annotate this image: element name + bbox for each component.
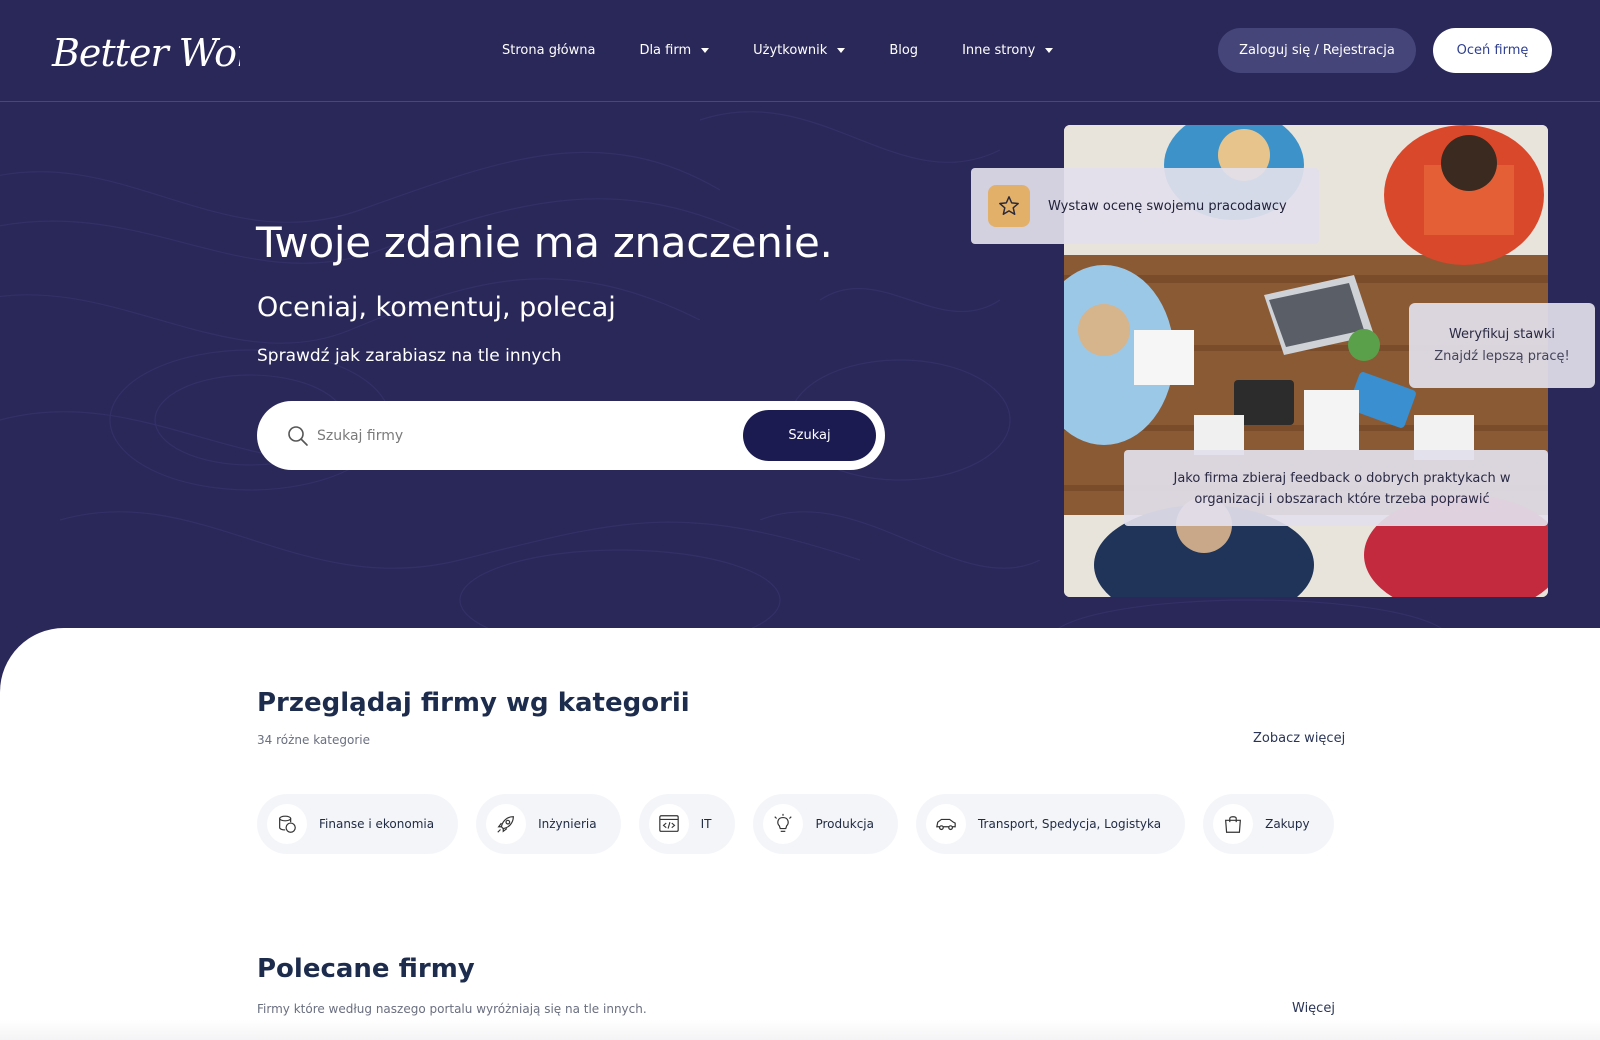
star-badge bbox=[988, 185, 1030, 227]
rocket-icon bbox=[486, 804, 527, 844]
nav-user[interactable]: Użytkownik bbox=[753, 42, 846, 58]
categories-see-more-link[interactable]: Zobacz więcej bbox=[1253, 731, 1345, 746]
categories-count: 34 różne kategorie bbox=[257, 733, 370, 747]
featured-more-link[interactable]: Więcej bbox=[1292, 1001, 1335, 1016]
nav-home[interactable]: Strona główna bbox=[502, 43, 595, 58]
nav-for-companies[interactable]: Dla firm bbox=[639, 42, 710, 58]
featured-title: Polecane firmy bbox=[257, 954, 475, 984]
category-engineering[interactable]: Inżynieria bbox=[476, 794, 621, 854]
logo-text: Better Work bbox=[51, 31, 240, 75]
rate-company-button[interactable]: Oceń firmę bbox=[1433, 28, 1552, 73]
site-header: Better Work Strona główna Dla firm Użytk… bbox=[0, 0, 1600, 102]
verify-rates-title: Weryfikuj stawki bbox=[1448, 327, 1556, 342]
shopping-bag-icon bbox=[1213, 804, 1254, 844]
category-label: Inżynieria bbox=[538, 817, 597, 831]
company-search-input[interactable] bbox=[317, 421, 717, 451]
category-production[interactable]: Produkcja bbox=[753, 794, 898, 854]
category-label: Zakupy bbox=[1265, 817, 1310, 831]
rate-employer-text: Wystaw ocenę swojemu pracodawcy bbox=[1048, 198, 1287, 214]
hero-tagline: Sprawdź jak zarabiasz na tle innych bbox=[257, 346, 562, 366]
main-navigation: Strona główna Dla firm Użytkownik Blog I… bbox=[502, 38, 1097, 62]
bottom-fade bbox=[0, 1020, 1600, 1040]
nav-other-pages-label: Inne strony bbox=[962, 42, 1036, 58]
category-label: IT bbox=[700, 817, 712, 831]
category-transport[interactable]: Transport, Spedycja, Logistyka bbox=[915, 794, 1186, 854]
categories-title: Przeglądaj firmy wg kategorii bbox=[257, 688, 690, 718]
lightbulb-icon bbox=[763, 804, 804, 844]
category-label: Finanse i ekonomia bbox=[319, 817, 435, 831]
search-button[interactable]: Szukaj bbox=[743, 410, 876, 461]
category-shopping[interactable]: Zakupy bbox=[1203, 794, 1334, 854]
coins-icon bbox=[267, 804, 307, 844]
nav-user-label: Użytkownik bbox=[753, 42, 828, 58]
company-search-bar: Szukaj bbox=[257, 401, 885, 470]
nav-blog-label: Blog bbox=[889, 42, 919, 58]
category-label: Transport, Spedycja, Logistyka bbox=[977, 817, 1162, 831]
hero-subtitle: Oceniaj, komentuj, polecaj bbox=[257, 292, 616, 323]
caret-down-icon bbox=[1045, 47, 1054, 53]
nav-for-companies-label: Dla firm bbox=[639, 42, 692, 58]
category-finance[interactable]: Finanse i ekonomia bbox=[257, 794, 459, 854]
nav-other-pages[interactable]: Inne strony bbox=[962, 42, 1054, 58]
rate-employer-card: Wystaw ocenę swojemu pracodawcy bbox=[971, 168, 1319, 244]
nav-home-label: Strona główna bbox=[502, 42, 596, 58]
company-feedback-card: Jako firma zbieraj feedback o dobrych pr… bbox=[1124, 450, 1548, 526]
caret-down-icon bbox=[701, 47, 710, 53]
category-list: Finanse i ekonomia Inżynieria IT Produkc… bbox=[257, 794, 1352, 854]
verify-rates-subtitle: Znajdź lepszą pracę! bbox=[1434, 349, 1570, 364]
caret-down-icon bbox=[837, 47, 846, 53]
company-feedback-text: Jako firma zbieraj feedback o dobrych pr… bbox=[1173, 471, 1511, 507]
category-label: Produkcja bbox=[815, 817, 874, 831]
login-register-button[interactable]: Zaloguj się / Rejestracja bbox=[1218, 28, 1416, 73]
verify-rates-card: Weryfikuj stawki Znajdź lepszą pracę! bbox=[1409, 303, 1595, 388]
car-icon bbox=[925, 804, 966, 844]
nav-blog[interactable]: Blog bbox=[889, 43, 918, 58]
featured-subtitle: Firmy które według naszego portalu wyróż… bbox=[257, 1002, 647, 1016]
code-window-icon bbox=[648, 804, 689, 844]
search-icon bbox=[288, 426, 308, 446]
category-it[interactable]: IT bbox=[638, 794, 736, 854]
hero-title: Twoje zdanie ma znaczenie. bbox=[256, 218, 833, 267]
better-work-logo[interactable]: Better Work bbox=[50, 16, 240, 82]
star-icon bbox=[999, 196, 1019, 215]
